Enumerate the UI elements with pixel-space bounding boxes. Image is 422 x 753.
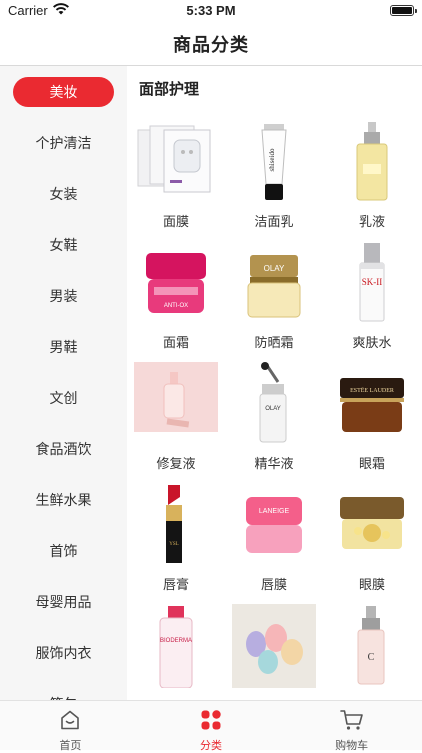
- sidebar-item-label: 女装: [49, 186, 78, 203]
- status-bar: Carrier 5:33 PM: [0, 0, 422, 22]
- product-label: 乳液: [358, 215, 385, 230]
- product-item[interactable]: 眼膜: [323, 483, 421, 604]
- product-image: SK-II: [330, 241, 414, 325]
- sidebar-item[interactable]: 男装: [0, 270, 127, 321]
- section-title: 面部护理: [139, 80, 200, 98]
- sidebar-item[interactable]: 个护清洁: [0, 117, 127, 168]
- sidebar-item[interactable]: 首饰: [0, 525, 127, 576]
- product-item[interactable]: 面膜: [127, 120, 225, 241]
- product-image: [232, 604, 316, 688]
- sidebar-item[interactable]: 生鲜水果: [0, 474, 127, 525]
- product-grid: 面膜 shiseido 洁面乳 乳液 ANTI-OX 面霜 OLAY 防晒霜 SK-II 爽肤水修…: [127, 120, 422, 700]
- sidebar-item-label: 食品酒饮: [35, 441, 92, 458]
- battery-icon: [390, 5, 417, 16]
- product-label: 眼膜: [358, 578, 385, 593]
- sidebar-item-label: 美妆: [13, 76, 114, 107]
- product-label: 防晒霜: [254, 336, 294, 351]
- svg-text:C: C: [368, 652, 375, 663]
- page-title: 商品分类: [173, 34, 249, 56]
- product-item[interactable]: SK-II 爽肤水: [323, 241, 421, 362]
- product-item[interactable]: BIODERMA: [127, 604, 225, 700]
- sidebar-item-label: 文创: [49, 390, 78, 407]
- product-label: 唇膏: [162, 578, 189, 593]
- svg-text:YSL: YSL: [169, 542, 178, 547]
- product-item[interactable]: shiseido 洁面乳: [225, 120, 323, 241]
- sidebar-item-label: 男鞋: [49, 339, 78, 356]
- sidebar-item-label: 首饰: [49, 543, 78, 560]
- product-label: 眼霜: [358, 457, 385, 472]
- product-label: 面膜: [162, 215, 189, 230]
- sidebar-item[interactable]: 食品酒饮: [0, 423, 127, 474]
- product-image: C: [330, 604, 414, 688]
- svg-text:OLAY: OLAY: [264, 264, 285, 273]
- category-icon: [200, 709, 222, 734]
- svg-text:OLAY: OLAY: [265, 406, 281, 412]
- product-image: [330, 483, 414, 567]
- product-item[interactable]: 修复液: [127, 362, 225, 483]
- tab-home[interactable]: 首页: [0, 701, 141, 752]
- product-panel: 面部护理 面膜 shiseido 洁面乳 乳液 ANTI-OX 面霜 OLAY 防晒霜 SK-I…: [127, 66, 422, 700]
- sidebar-item-label: 男装: [49, 288, 78, 305]
- sidebar-item-label: 服饰内衣: [35, 645, 92, 662]
- sidebar-item[interactable]: 箱包: [0, 678, 127, 701]
- product-label: 唇膜: [260, 578, 287, 593]
- product-label: 修复液: [156, 457, 196, 472]
- sidebar-item[interactable]: 文创: [0, 372, 127, 423]
- sidebar-item-label: 生鲜水果: [35, 492, 92, 509]
- sidebar-item-label: 母婴用品: [35, 594, 92, 611]
- clock: 5:33 PM: [186, 3, 236, 18]
- product-image: [134, 120, 218, 204]
- product-image: ESTĒE LAUDER: [330, 362, 414, 446]
- product-image: BIODERMA: [134, 604, 218, 688]
- sidebar-item[interactable]: 服饰内衣: [0, 627, 127, 678]
- svg-text:SK-II: SK-II: [362, 277, 383, 287]
- product-item[interactable]: ANTI-OX 面霜: [127, 241, 225, 362]
- navigation-bar: 商品分类: [0, 22, 422, 66]
- product-label: 洁面乳: [254, 215, 294, 230]
- product-image: [330, 120, 414, 204]
- product-item[interactable]: OLAY 防晒霜: [225, 241, 323, 362]
- svg-text:shiseido: shiseido: [268, 148, 276, 171]
- svg-text:ANTI-OX: ANTI-OX: [164, 303, 188, 309]
- sidebar-item-label: 女鞋: [49, 237, 78, 254]
- sidebar-item[interactable]: 母婴用品: [0, 576, 127, 627]
- product-image: [134, 362, 218, 446]
- product-label: 爽肤水: [352, 336, 392, 351]
- tab-category[interactable]: 分类: [141, 701, 282, 752]
- cart-icon: [339, 709, 364, 734]
- tab-home-label: 首页: [59, 739, 82, 752]
- product-item[interactable]: YSL 唇膏: [127, 483, 225, 604]
- product-item[interactable]: ESTĒE LAUDER 眼霜: [323, 362, 421, 483]
- product-item[interactable]: [225, 604, 323, 700]
- tab-category-label: 分类: [200, 739, 222, 752]
- sidebar-item[interactable]: 女装: [0, 168, 127, 219]
- product-item[interactable]: LANEIGE 唇膜: [225, 483, 323, 604]
- product-image: ANTI-OX: [134, 241, 218, 325]
- tab-bar: 首页 分类 购物车: [0, 700, 422, 752]
- tab-cart[interactable]: 购物车: [281, 701, 422, 752]
- sidebar-item[interactable]: 女鞋: [0, 219, 127, 270]
- sidebar-item-label: 个护清洁: [35, 135, 92, 152]
- product-image: YSL: [134, 483, 218, 567]
- product-label: 精华液: [254, 457, 294, 472]
- home-icon: [59, 709, 81, 734]
- sidebar-item[interactable]: 男鞋: [0, 321, 127, 372]
- svg-text:LANEIGE: LANEIGE: [259, 508, 290, 515]
- product-image: shiseido: [232, 120, 316, 204]
- product-item[interactable]: OLAY 精华液: [225, 362, 323, 483]
- product-image: OLAY: [232, 362, 316, 446]
- svg-text:ESTĒE LAUDER: ESTĒE LAUDER: [350, 387, 394, 394]
- product-image: LANEIGE: [232, 483, 316, 567]
- tab-cart-label: 购物车: [335, 739, 369, 752]
- product-label: 面霜: [162, 336, 189, 351]
- svg-text:BIODERMA: BIODERMA: [160, 638, 192, 644]
- product-item[interactable]: C: [323, 604, 421, 700]
- sidebar-item[interactable]: 美妆: [0, 66, 127, 117]
- product-item[interactable]: 乳液: [323, 120, 421, 241]
- product-image: OLAY: [232, 241, 316, 325]
- category-sidebar[interactable]: 美妆个护清洁女装女鞋男装男鞋文创食品酒饮生鲜水果首饰母婴用品服饰内衣箱包: [0, 66, 127, 700]
